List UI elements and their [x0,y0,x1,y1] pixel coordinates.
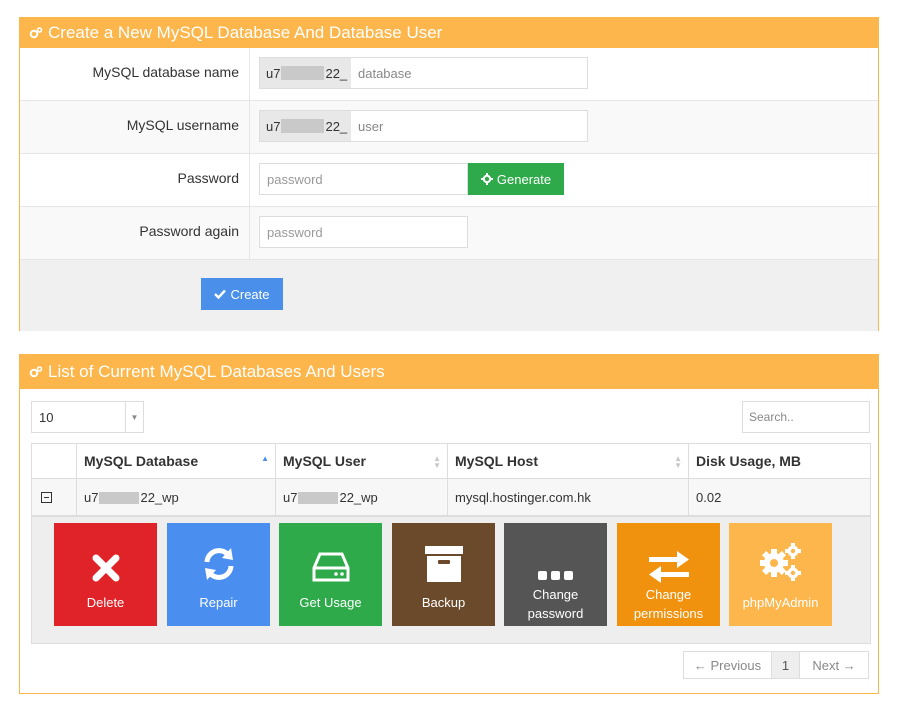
password-again-label: Password again [20,207,250,259]
password-input[interactable]: password [259,163,468,195]
user-cell: u7 22_wp [275,478,448,516]
username-field[interactable]: u7 22_ user [259,110,588,142]
exchange-icon [648,551,689,583]
usage-cell: 0.02 [688,478,871,516]
create-panel-header: Create a New MySQL Database And Database… [20,17,878,48]
row-toggle-cell[interactable] [31,478,77,516]
database-list-panel: List of Current MySQL Databases And User… [19,354,879,694]
next-page-button[interactable]: Next → [800,652,868,678]
repair-button[interactable]: Repair [167,523,270,626]
sort-icon: ▲ ▼ [433,454,441,470]
username-row: MySQL username u7 22_ user [20,101,878,154]
db-name-prefix: u7 22_ [260,58,351,88]
archive-icon [424,546,463,582]
password-again-input[interactable]: password [259,216,468,248]
gear-icon [480,173,493,185]
sort-asc-icon: ▲ [261,454,269,463]
gears-icon [29,26,43,38]
check-icon [214,289,227,299]
dots-icon [537,571,573,580]
username-input[interactable]: user [351,111,383,141]
change-password-button[interactable]: Change password [504,523,607,626]
redacted-block [99,492,140,505]
page-size-select[interactable]: 10 ▼ [31,401,144,433]
redacted-block [281,119,325,133]
username-label: MySQL username [20,101,250,153]
refresh-icon [204,548,233,580]
databases-table: MySQL Database ▲ MySQL User ▲ ▼ MySQL Hos… [31,443,871,516]
column-header-host[interactable]: MySQL Host ▲ ▼ [447,443,689,479]
list-panel-header: List of Current MySQL Databases And User… [20,354,878,389]
host-cell: mysql.hostinger.com.hk [447,478,689,516]
phpmyadmin-button[interactable]: phpMyAdmin [729,523,832,626]
close-icon [92,554,119,582]
database-cell: u7 22_wp [76,478,276,516]
delete-button[interactable]: Delete [54,523,157,626]
db-name-input[interactable]: database [351,58,412,88]
column-header-user[interactable]: MySQL User ▲ ▼ [275,443,448,479]
redacted-block [298,492,339,505]
password-label: Password [20,154,250,206]
pagination: ← Previous 1 Next → [683,651,869,679]
change-permissions-button[interactable]: Change permissions [617,523,720,626]
gears-icon [29,365,43,377]
hard-drive-icon [312,552,349,582]
table-row: u7 22_wp u7 22_wp mysql.hostinger.com.hk 0… [31,478,871,516]
sort-icon: ▲ ▼ [674,454,682,470]
column-header-usage: Disk Usage, MB [688,443,871,479]
create-database-panel: Create a New MySQL Database And Database… [19,17,879,331]
search-input[interactable]: Search.. [742,401,870,433]
table-header-row: MySQL Database ▲ MySQL User ▲ ▼ MySQL Hos… [31,443,871,479]
db-name-field[interactable]: u7 22_ database [259,57,588,89]
gears-icon [759,543,801,581]
collapse-icon[interactable] [41,491,52,503]
generate-button[interactable]: Generate [468,163,564,195]
create-button[interactable]: Create [201,278,283,310]
create-panel-title: Create a New MySQL Database And Database… [48,22,443,42]
expand-column-header [31,443,77,479]
password-row: Password password Generate [20,154,878,207]
previous-page-button[interactable]: ← Previous [684,652,772,678]
chevron-down-icon: ▼ [125,402,143,432]
column-header-database[interactable]: MySQL Database ▲ [76,443,276,479]
get-usage-button[interactable]: Get Usage [279,523,382,626]
redacted-block [281,66,325,80]
db-name-row: MySQL database name u7 22_ database [20,48,878,101]
page-number-button[interactable]: 1 [772,652,800,678]
username-prefix: u7 22_ [260,111,351,141]
password-again-row: Password again password [20,207,878,260]
backup-button[interactable]: Backup [392,523,495,626]
list-panel-title: List of Current MySQL Databases And User… [48,361,385,381]
db-name-label: MySQL database name [20,48,250,100]
create-form-footer: Create [20,260,878,331]
